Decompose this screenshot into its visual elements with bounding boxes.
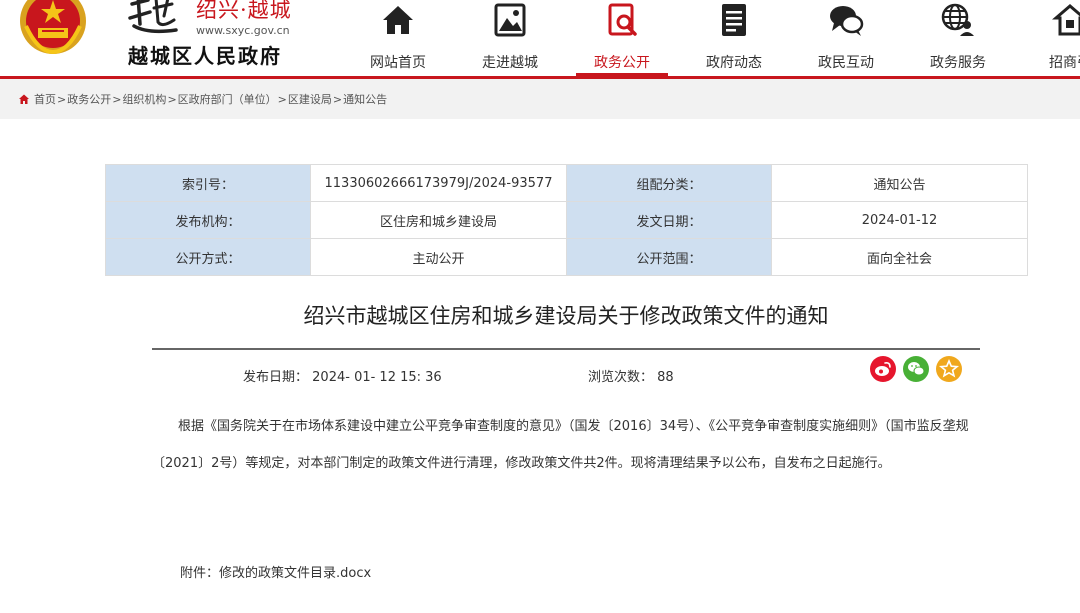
view-count-value: 88 — [657, 370, 674, 385]
nav-item-gov-news[interactable]: 政府动态 — [688, 0, 780, 76]
breadcrumb-gov-affairs[interactable]: 政务公开 — [67, 91, 111, 107]
breadcrumb-departments[interactable]: 区政府部门（单位） — [178, 91, 277, 107]
investment-icon — [1052, 4, 1080, 36]
publish-date-label: 发布日期： — [243, 370, 309, 385]
table-row: 索引号： 11330602666173979J/2024-93577 组配分类：… — [105, 164, 1028, 202]
category-value: 通知公告 — [771, 164, 1028, 202]
breadcrumb-home[interactable]: 首页 — [34, 91, 56, 107]
publish-date: 发布日期： 2024- 01- 12 15: 36 — [243, 366, 442, 385]
nav-item-services[interactable]: 政务服务 — [912, 0, 1004, 76]
nav-label: 政府动态 — [706, 55, 762, 71]
nav-label: 政民互动 — [818, 55, 874, 71]
nav-item-investment[interactable]: 招商引 — [1024, 0, 1080, 76]
attachment: 附件：修改的政策文件目录.docx — [180, 562, 371, 581]
share-wechat-button[interactable] — [903, 356, 929, 382]
news-list-icon — [722, 4, 746, 36]
view-count: 浏览次数： 88 — [588, 366, 674, 385]
issue-date-value: 2024-01-12 — [771, 201, 1028, 239]
issuer-value: 区住房和城乡建设局 — [310, 201, 567, 239]
issue-date-label: 发文日期： — [566, 201, 772, 239]
national-emblem-icon — [20, 0, 86, 55]
nav-label: 招商引 — [1049, 55, 1080, 71]
disclosure-scope-value: 面向全社会 — [771, 238, 1028, 276]
breadcrumb-organization[interactable]: 组织机构 — [122, 91, 166, 107]
nav-item-home[interactable]: 网站首页 — [352, 0, 444, 76]
logo-red-text: 绍兴·越城 — [196, 0, 292, 22]
breadcrumb-notices[interactable]: 通知公告 — [343, 91, 387, 107]
nav-item-interaction[interactable]: 政民互动 — [800, 0, 892, 76]
article-body: 根据《国务院关于在市场体系建设中建立公平竞争审查制度的意见》（国发〔2016〕3… — [152, 419, 969, 471]
index-number-value: 11330602666173979J/2024-93577 — [310, 164, 567, 202]
picture-icon — [494, 3, 526, 37]
breadcrumb: 首页 > 政务公开 > 组织机构 > 区政府部门（单位） > 区建设局 > 通知公告 — [18, 91, 387, 107]
document-search-icon — [608, 3, 637, 36]
nav-label: 政务公开 — [594, 55, 650, 71]
table-row: 公开方式： 主动公开 公开范围： 面向全社会 — [105, 238, 1028, 276]
nav-item-gov-affairs[interactable]: 政务公开 — [576, 0, 668, 76]
attachment-link[interactable]: 修改的政策文件目录.docx — [219, 566, 371, 581]
globe-service-icon — [941, 3, 974, 36]
favorite-button[interactable] — [936, 356, 962, 382]
disclosure-method-label: 公开方式： — [105, 238, 311, 276]
issuer-label: 发布机构： — [105, 201, 311, 239]
star-icon — [938, 359, 960, 378]
disclosure-scope-label: 公开范围： — [566, 238, 772, 276]
weibo-icon — [875, 362, 891, 376]
wechat-icon — [908, 362, 925, 376]
site-header: 绍兴·越城 www.sxyc.gov.cn 越城区人民政府 网站首页 走进越城 … — [0, 0, 1080, 79]
index-number-label: 索引号： — [105, 164, 311, 202]
article-title: 绍兴市越城区住房和城乡建设局关于修改政策文件的通知 — [303, 304, 829, 328]
home-icon — [383, 6, 413, 34]
category-label: 组配分类： — [566, 164, 772, 202]
home-icon — [19, 94, 29, 104]
logo-url[interactable]: www.sxyc.gov.cn — [196, 24, 290, 37]
nav-item-about[interactable]: 走进越城 — [464, 0, 556, 76]
breadcrumb-bar: 首页 > 政务公开 > 组织机构 > 区政府部门（单位） > 区建设局 > 通知公告 — [0, 79, 1080, 119]
nav-label: 网站首页 — [370, 55, 426, 71]
site-name: 越城区人民政府 — [128, 44, 282, 68]
title-divider — [152, 348, 980, 350]
chat-bubbles-icon — [830, 6, 864, 36]
nav-label: 政务服务 — [930, 55, 986, 71]
breadcrumb-construction-bureau[interactable]: 区建设局 — [288, 91, 332, 107]
attachment-label: 附件： — [180, 566, 220, 581]
document-info-table: 索引号： 11330602666173979J/2024-93577 组配分类：… — [105, 164, 1028, 276]
disclosure-method-value: 主动公开 — [310, 238, 567, 276]
nav-label: 走进越城 — [482, 55, 538, 71]
publish-date-value: 2024- 01- 12 15: 36 — [312, 370, 442, 385]
table-row: 发布机构： 区住房和城乡建设局 发文日期： 2024-01-12 — [105, 201, 1028, 239]
share-weibo-button[interactable] — [870, 356, 896, 382]
view-count-label: 浏览次数： — [588, 370, 654, 385]
calligraphy-logo-icon — [128, 0, 178, 34]
